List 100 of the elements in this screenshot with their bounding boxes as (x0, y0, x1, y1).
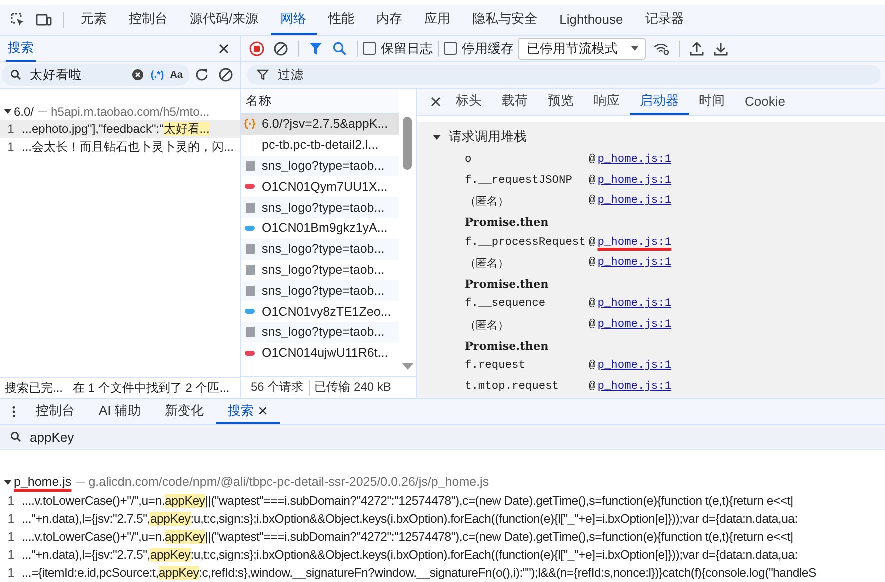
request-row[interactable]: sns_logo?type=taob... (241, 197, 399, 218)
image-thumbnail (246, 244, 254, 254)
detail-tab[interactable]: Cookie (735, 89, 796, 115)
function-name: t.mtop.request (465, 380, 560, 395)
search-icon (10, 69, 22, 81)
filter-icon[interactable] (308, 40, 324, 56)
request-row[interactable]: sns_logo?type=taob... (241, 280, 399, 302)
search-result-row[interactable]: 1 ...={itemId:e.id,pcSource:t,appKey:c,refId:s},window.__signatureFn?window.__signatureFn(o(),i):"");l&&(n={refId:s,nonce:l})}catch(f){console.log("handleS (0, 564, 885, 582)
device-icon[interactable] (36, 12, 52, 28)
column-header[interactable]: 名称 (246, 92, 272, 110)
clear-icon[interactable] (218, 67, 234, 83)
search-field[interactable]: 太好看啦 (.*) Aa (2, 64, 190, 86)
panel-tab[interactable]: 隐私与安全 (462, 5, 548, 35)
download-icon[interactable] (713, 40, 729, 56)
request-row[interactable]: O1CN014ujwU11R6t... (241, 342, 399, 364)
at-sign: @ (589, 174, 596, 187)
request-row[interactable]: O1CN01Bm9gkz1yA... (241, 218, 399, 239)
image-thumbnail (246, 286, 254, 296)
at-sign: @ (589, 319, 596, 332)
filter-field[interactable]: 过滤 (247, 65, 881, 85)
refresh-icon[interactable] (194, 67, 210, 83)
search-result-row[interactable]: 1 ..."+n.data),l={jsv:"2.7.5",appKey:u,t:c,sign:s};i.bxOption&&Object.keys(i.bxOption).forEach((function(e){l["_"+e]=i.bxOption[e]}));var d={data:n.data,ua: (0, 546, 885, 564)
source-link[interactable]: p_home.js:1 (598, 195, 672, 208)
detail-tab[interactable]: 响应 (584, 89, 630, 115)
search-icon (10, 431, 22, 443)
at-sign: @ (589, 380, 596, 393)
detail-tab[interactable]: 启动器 (630, 89, 689, 115)
source-link[interactable]: p_home.js:1 (598, 236, 672, 249)
source-link[interactable]: p_home.js:1 (598, 380, 672, 393)
filter-input[interactable]: 过滤 (276, 67, 441, 83)
expand-caret-icon[interactable] (4, 109, 12, 114)
function-name: （匿名） (465, 257, 510, 273)
at-sign: @ (589, 154, 596, 166)
source-link[interactable]: p_home.js:1 (598, 298, 672, 310)
match-case-toggle[interactable]: Aa (170, 70, 183, 80)
request-row[interactable]: O1CN01vy8zTE1Zeo... (241, 301, 399, 322)
request-row[interactable]: sns_logo?type=taob... (241, 156, 399, 176)
request-row[interactable]: sns_logo?type=taob... (241, 238, 399, 260)
drawer-tab[interactable]: 新变化 (152, 399, 216, 424)
detail-tab[interactable]: 时间 (689, 89, 735, 115)
panel-tab[interactable]: 源代码/来源 (180, 5, 269, 35)
function-name: f.request (465, 358, 526, 374)
expand-caret-icon[interactable] (433, 134, 441, 140)
search-result-row[interactable]: 1 ...会太长！而且钻石也卜灵卜灵的，闪... (0, 138, 240, 156)
source-link[interactable]: p_home.js:1 (598, 154, 672, 166)
section-title[interactable]: 请求调用堆栈 (449, 128, 527, 146)
file-name[interactable]: p_home.js (14, 475, 72, 489)
function-name: f.__requestJSONP (465, 174, 574, 189)
source-link[interactable]: p_home.js:1 (598, 257, 672, 270)
source-link[interactable]: p_home.js:1 (598, 174, 672, 187)
upload-icon[interactable] (689, 40, 705, 56)
clear-icon[interactable] (132, 69, 144, 81)
at-sign: @ (589, 236, 596, 249)
close-icon[interactable] (258, 406, 268, 416)
request-row[interactable]: sns_logo?type=taob... (241, 260, 399, 280)
search-field[interactable]: appKey (0, 425, 885, 450)
detail-tab[interactable]: 载荷 (492, 89, 538, 115)
request-count: 56 个请求 (251, 379, 304, 396)
search-result-row[interactable]: 1 ....v.toLowerCase()+"/",u=n.appKey||("waptest"===i.subDomain?"4272":"12574478"),c=(new Date).getTime(),s=function(e){function t(e,t){return e<<t| (0, 492, 885, 510)
detail-tab[interactable]: 预览 (538, 89, 584, 115)
search-result-row[interactable]: 1 ....v.toLowerCase()+"/",u=n.appKey||("waptest"===i.subDomain?"4272":"12574478"),c=(new Date).getTime(),s=function(e){function t(e,t){return e<<t| (0, 528, 885, 546)
close-icon[interactable] (218, 42, 230, 54)
image-thumbnail (246, 327, 254, 338)
function-name: f.__processRequest (465, 236, 587, 251)
drawer-tab[interactable]: AI 辅助 (87, 399, 153, 424)
search-result-row[interactable]: 1 ...ephoto.jpg"],"feedback":"太好看... (0, 120, 240, 138)
file-url: h5api.m.taobao.com/h5/mto... (51, 104, 210, 118)
source-link[interactable]: p_home.js:1 (598, 360, 672, 372)
panel-tab[interactable]: 记录器 (635, 5, 694, 35)
preserve-log-checkbox[interactable]: 保留日志 (363, 40, 433, 58)
braces-icon (244, 118, 256, 130)
panel-tab[interactable]: Lighthouse (550, 5, 634, 35)
async-label: Promise.then (465, 338, 550, 355)
function-name: （匿名） (465, 195, 510, 211)
record-icon[interactable] (249, 40, 265, 56)
clear-icon[interactable] (273, 40, 289, 56)
panel-tab[interactable]: 应用 (414, 5, 461, 35)
drawer-tab[interactable]: 控制台 (24, 399, 87, 424)
search-result-row[interactable]: 1 ..."+n.data),l={jsv:"2.7.5",appKey:u,t:c,sign:s};i.bxOption&&Object.keys(i.bxOption).forEach((function(e){l["_"+e]=i.bxOption[e]}));var d={data:n.data,ua: (0, 510, 885, 528)
request-row[interactable]: sns_logo?type=taob... (241, 322, 399, 343)
request-row[interactable]: pc-tb.pc-tb-detail2.l... (241, 134, 399, 156)
panel-tab[interactable]: 元素 (71, 5, 117, 35)
detail-tab[interactable]: 标头 (446, 89, 492, 115)
function-name: f.__sequence (465, 296, 547, 312)
panel-tab[interactable]: 内存 (366, 5, 413, 35)
file-name[interactable]: 6.0/ (14, 104, 34, 118)
search-icon[interactable] (332, 40, 348, 56)
search-status: 搜索已完... (5, 380, 64, 396)
close-icon[interactable] (430, 96, 442, 108)
inspect-icon[interactable] (10, 12, 26, 28)
panel-tab[interactable]: 性能 (318, 5, 365, 35)
throttling-dropdown[interactable]: 已停用节流模式 (518, 38, 646, 60)
regex-toggle[interactable]: (.*) (150, 70, 164, 80)
source-link[interactable]: p_home.js:1 (598, 319, 672, 332)
request-row[interactable]: O1CN01Qym7UU1X... (241, 176, 399, 198)
expand-caret-icon[interactable] (4, 480, 12, 484)
disable-cache-checkbox[interactable]: 停用缓存 (444, 40, 514, 58)
panel-tab[interactable]: 控制台 (119, 5, 178, 35)
at-sign: @ (589, 257, 596, 270)
request-row[interactable]: 6.0/?jsv=2.7.5&appK... (241, 114, 399, 135)
